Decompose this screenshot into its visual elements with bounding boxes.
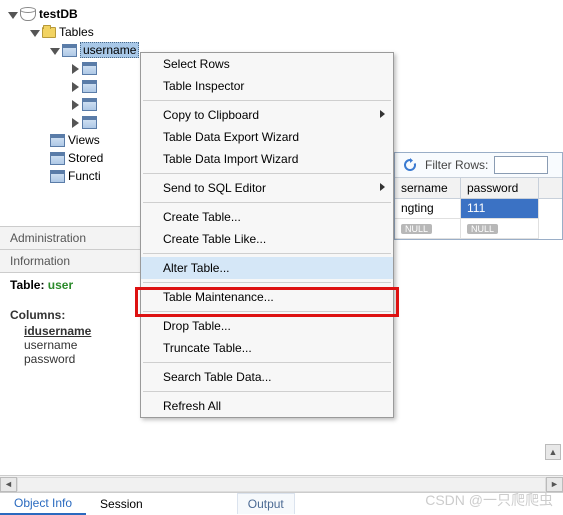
grid-header: sername password	[395, 178, 562, 199]
menu-label: Copy to Clipboard	[163, 108, 259, 122]
menu-separator	[143, 100, 391, 101]
folder-icon	[50, 170, 65, 183]
expand-arrow-icon[interactable]	[70, 100, 79, 109]
db-label: testDB	[39, 7, 78, 21]
col-header-password[interactable]: password	[461, 178, 539, 198]
tab-object-info[interactable]: Object Info	[0, 493, 86, 515]
filter-rows-input[interactable]	[494, 156, 548, 174]
database-icon	[20, 7, 36, 21]
columns-icon	[82, 62, 97, 75]
menu-table-inspector[interactable]: Table Inspector	[141, 75, 393, 97]
menu-refresh-all[interactable]: Refresh All	[141, 395, 393, 417]
menu-label: Send to SQL Editor	[163, 181, 266, 195]
folder-icon	[50, 152, 65, 165]
menu-table-maintenance[interactable]: Table Maintenance...	[141, 286, 393, 308]
menu-create-table[interactable]: Create Table...	[141, 206, 393, 228]
menu-truncate-table[interactable]: Truncate Table...	[141, 337, 393, 359]
null-badge: NULL	[467, 224, 498, 234]
tab-administration[interactable]: Administration	[0, 227, 96, 249]
refresh-icon[interactable]	[401, 156, 419, 174]
menu-send-sql[interactable]: Send to SQL Editor	[141, 177, 393, 199]
tab-session[interactable]: Session	[86, 494, 157, 514]
scroll-left-button[interactable]: ◄	[0, 477, 17, 492]
output-panel-label[interactable]: Output	[237, 493, 295, 514]
expand-arrow-icon[interactable]	[70, 118, 79, 127]
table-name: user	[48, 278, 73, 292]
table-icon	[62, 44, 77, 57]
menu-create-table-like[interactable]: Create Table Like...	[141, 228, 393, 250]
null-badge: NULL	[401, 224, 432, 234]
filter-rows-label: Filter Rows:	[425, 158, 488, 172]
table-prefix: Table:	[10, 278, 48, 292]
fk-icon	[82, 98, 97, 111]
menu-search-table-data[interactable]: Search Table Data...	[141, 366, 393, 388]
views-label: Views	[68, 133, 100, 147]
menu-copy-clipboard[interactable]: Copy to Clipboard	[141, 104, 393, 126]
menu-select-rows[interactable]: Select Rows	[141, 53, 393, 75]
submenu-arrow-icon	[380, 183, 385, 191]
menu-separator	[143, 253, 391, 254]
tree-node-db[interactable]: testDB	[8, 5, 563, 23]
folder-icon	[50, 134, 65, 147]
grid-row[interactable]: ngting 111	[395, 199, 562, 219]
menu-import-wizard[interactable]: Table Data Import Wizard	[141, 148, 393, 170]
expand-arrow-icon[interactable]	[50, 46, 59, 55]
watermark: CSDN @一只爬爬虫	[425, 490, 553, 510]
stored-label: Stored	[68, 151, 103, 165]
cell-null[interactable]: NULL	[461, 219, 539, 239]
menu-separator	[143, 311, 391, 312]
expand-arrow-icon[interactable]	[70, 64, 79, 73]
expand-arrow-icon[interactable]	[30, 28, 39, 37]
tree-node-tables[interactable]: Tables	[8, 23, 563, 41]
cell-null[interactable]: NULL	[395, 219, 461, 239]
grid-row[interactable]: NULL NULL	[395, 219, 562, 239]
menu-alter-table[interactable]: Alter Table...	[141, 257, 393, 279]
grid-toolbar: Filter Rows:	[395, 153, 562, 178]
menu-separator	[143, 202, 391, 203]
cell-username[interactable]: ngting	[395, 199, 461, 219]
functi-label: Functi	[68, 169, 101, 183]
menu-separator	[143, 173, 391, 174]
expand-arrow-icon[interactable]	[70, 82, 79, 91]
triggers-icon	[82, 116, 97, 129]
col-header-username[interactable]: sername	[395, 178, 461, 198]
submenu-arrow-icon	[380, 110, 385, 118]
context-menu: Select Rows Table Inspector Copy to Clip…	[140, 52, 394, 418]
menu-separator	[143, 282, 391, 283]
menu-export-wizard[interactable]: Table Data Export Wizard	[141, 126, 393, 148]
tab-information[interactable]: Information	[0, 250, 80, 272]
cell-password-selected[interactable]: 111	[461, 199, 539, 219]
username-label: username	[80, 42, 139, 58]
expand-arrow-icon[interactable]	[8, 10, 17, 19]
menu-separator	[143, 391, 391, 392]
indexes-icon	[82, 80, 97, 93]
folder-icon	[42, 27, 56, 38]
scroll-up-button[interactable]: ▲	[545, 444, 561, 460]
result-grid-pane: Filter Rows: sername password ngting 111…	[394, 152, 563, 240]
tables-label: Tables	[59, 25, 94, 39]
menu-separator	[143, 362, 391, 363]
menu-drop-table[interactable]: Drop Table...	[141, 315, 393, 337]
